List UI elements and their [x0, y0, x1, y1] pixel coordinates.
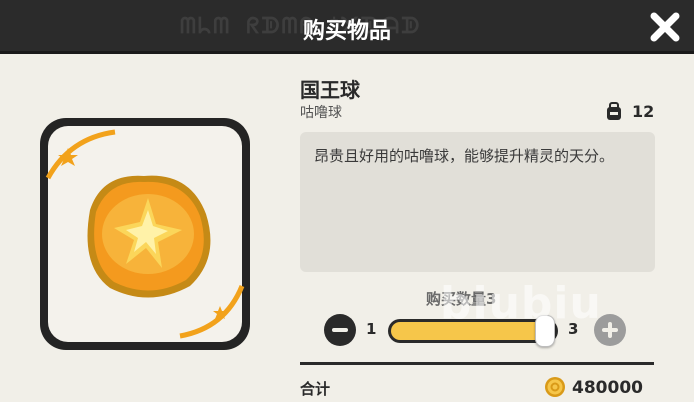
owned-count-indicator: 12	[604, 100, 654, 122]
divider	[300, 362, 654, 365]
minus-button[interactable]	[324, 314, 356, 346]
header-bar: ᗰᖺᗰ ᖇᗫᗰᖇ ᐩ᙭ᗫᗩᗫ 购买物品	[0, 0, 694, 54]
king-ball-icon	[45, 129, 245, 339]
item-image-card	[40, 118, 250, 350]
page-title: 购买物品	[302, 19, 391, 44]
watermark: biubiu	[440, 278, 602, 329]
total-value: 480000	[572, 378, 643, 398]
quantity-min: 1	[366, 320, 377, 338]
item-description: 昂贵且好用的咕噜球，能够提升精灵的天分。	[300, 132, 655, 272]
backpack-icon	[607, 102, 621, 120]
owned-count: 12	[632, 101, 655, 121]
close-icon	[650, 12, 680, 42]
total-label: 合计	[300, 380, 331, 398]
item-name: 国王球	[300, 78, 360, 102]
item-category: 咕噜球	[300, 105, 342, 121]
close-button[interactable]	[648, 10, 682, 44]
coin-icon	[545, 377, 565, 397]
